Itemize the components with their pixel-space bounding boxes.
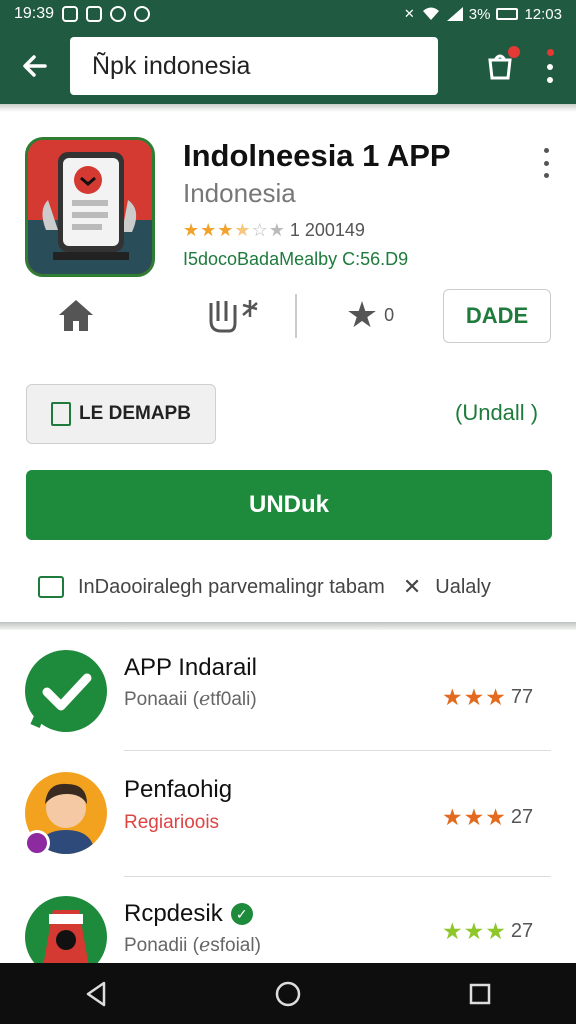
list-item-subtitle: Ponaaii (ℯtf0ali)	[124, 689, 257, 710]
star-button[interactable]: ★ 0	[338, 290, 402, 340]
list-item-rating: ★★★ 27	[442, 918, 533, 945]
list-divider	[124, 876, 551, 877]
permission-suffix: Ualaly	[435, 575, 491, 598]
triangle-back-icon	[86, 981, 106, 1006]
related-apps-list: APP Indarail Ponaaii (ℯtf0ali) ★★★ 77 Pe…	[0, 630, 576, 963]
vibrate-icon: ✕	[403, 6, 415, 21]
permission-text: InDaooiralegh parvemalingr tabam	[78, 575, 385, 598]
star-icon: ★	[345, 294, 379, 335]
system-nav-bar	[0, 963, 576, 1024]
hands-icon	[209, 300, 258, 333]
rating-value: 27	[510, 806, 534, 828]
wifi-icon	[422, 7, 439, 20]
status-bar: 19:39 ✕ 3% 12:03	[0, 0, 576, 28]
nav-home-button[interactable]	[258, 969, 318, 1019]
whatsapp-check-icon	[25, 650, 107, 732]
notification-icon	[62, 6, 79, 22]
signal-icon	[446, 7, 463, 21]
list-item-name: Penfaohig	[124, 776, 233, 803]
demapb-button[interactable]: LE DEMAPB	[26, 384, 216, 444]
list-item[interactable]: APP Indarail Ponaaii (ℯtf0ali) ★★★ 77	[0, 642, 576, 762]
list-item-name: Rcpdesik ✓	[124, 900, 253, 928]
app-developer[interactable]: Indonesia	[183, 178, 296, 209]
more-vert-icon	[547, 63, 553, 70]
app-rating: ★★★★☆★ 1 200149	[183, 220, 365, 241]
notification-icon	[86, 6, 103, 22]
nav-back-button[interactable]	[66, 969, 126, 1019]
rating-value: 27	[510, 920, 534, 942]
nav-recent-button[interactable]	[450, 969, 510, 1019]
list-item-name: APP Indarail	[124, 654, 257, 681]
permission-row: InDaooiralegh parvemalingr tabam ✕ Ualal…	[38, 574, 491, 600]
app-detail-card: Indolneesia 1 APP Indonesia ★★★★☆★ 1 200…	[0, 112, 576, 622]
dade-button[interactable]: DADE	[443, 289, 551, 343]
battery-icon	[496, 8, 519, 20]
app-icon[interactable]	[25, 137, 155, 277]
more-vert-icon	[543, 173, 549, 178]
list-divider	[124, 750, 551, 751]
app-title: Indolneesia 1 APP	[183, 138, 451, 173]
square-recent-icon	[469, 983, 491, 1004]
phone-illustration-icon	[28, 140, 152, 274]
search-query: Ñpk indonesia	[92, 51, 251, 80]
circle-home-icon	[275, 981, 301, 1006]
search-input[interactable]: Ñpk indonesia	[70, 37, 438, 95]
list-item-subtitle: Ponadii (ℯsfoial)	[124, 935, 261, 956]
list-item[interactable]: Rcpdesik ✓ Ponadii (ℯsfoial) ★★★ 27	[0, 892, 576, 963]
app-bar-shadow	[0, 104, 576, 112]
mascot-icon	[25, 896, 107, 963]
more-vert-icon	[543, 148, 549, 153]
more-vert-icon	[547, 77, 553, 83]
rating-stars: ★★★★☆★	[183, 220, 286, 240]
battery-percent: 3%	[468, 5, 491, 23]
more-vert-icon	[546, 49, 554, 56]
demapb-label: LE DEMAPB	[79, 403, 191, 424]
list-item-name-text: Rcpdesik	[124, 900, 223, 927]
app-bar: Ñpk indonesia	[0, 28, 576, 104]
document-icon	[51, 402, 72, 426]
overflow-menu-button[interactable]	[544, 49, 556, 83]
install-button[interactable]: UNDuk	[26, 470, 552, 540]
mail-icon	[38, 576, 64, 598]
action-row: ★ 0 DADE	[0, 284, 576, 348]
app-meta: I5docoBadaMealby C:56.D9	[183, 249, 409, 269]
alarm-icon	[134, 6, 151, 22]
action-divider	[295, 294, 297, 338]
more-vert-icon	[543, 160, 549, 166]
home-button[interactable]	[54, 290, 98, 340]
status-clock: 12:03	[524, 5, 562, 23]
notification-badge	[508, 46, 520, 58]
back-button[interactable]	[0, 28, 70, 104]
rating-stars: ★★★	[442, 918, 507, 944]
star-count: 0	[384, 304, 395, 325]
app-more-button[interactable]	[538, 148, 554, 178]
arrow-left-icon	[23, 55, 47, 77]
list-item[interactable]: Penfaohig Regiarioois ★★★ 27	[0, 766, 576, 886]
list-item-rating: ★★★ 77	[442, 684, 533, 711]
rating-stars: ★★★	[442, 684, 507, 710]
cart-button[interactable]	[484, 46, 520, 82]
list-item-rating: ★★★ 27	[442, 804, 533, 831]
section-separator	[0, 622, 576, 630]
rating-count: 1 200149	[289, 220, 365, 240]
undall-link[interactable]: (Undall )	[455, 400, 538, 426]
status-time: 19:39	[14, 5, 55, 22]
badge-icon	[24, 830, 50, 856]
list-item-subtitle: Regiarioois	[124, 812, 220, 833]
alarm-icon	[110, 6, 127, 22]
rating-value: 77	[510, 686, 534, 708]
home-icon	[59, 300, 93, 331]
hands-button[interactable]	[205, 290, 265, 340]
close-icon[interactable]: ✕	[403, 574, 421, 600]
rating-stars: ★★★	[442, 804, 507, 830]
verified-icon: ✓	[230, 903, 253, 925]
